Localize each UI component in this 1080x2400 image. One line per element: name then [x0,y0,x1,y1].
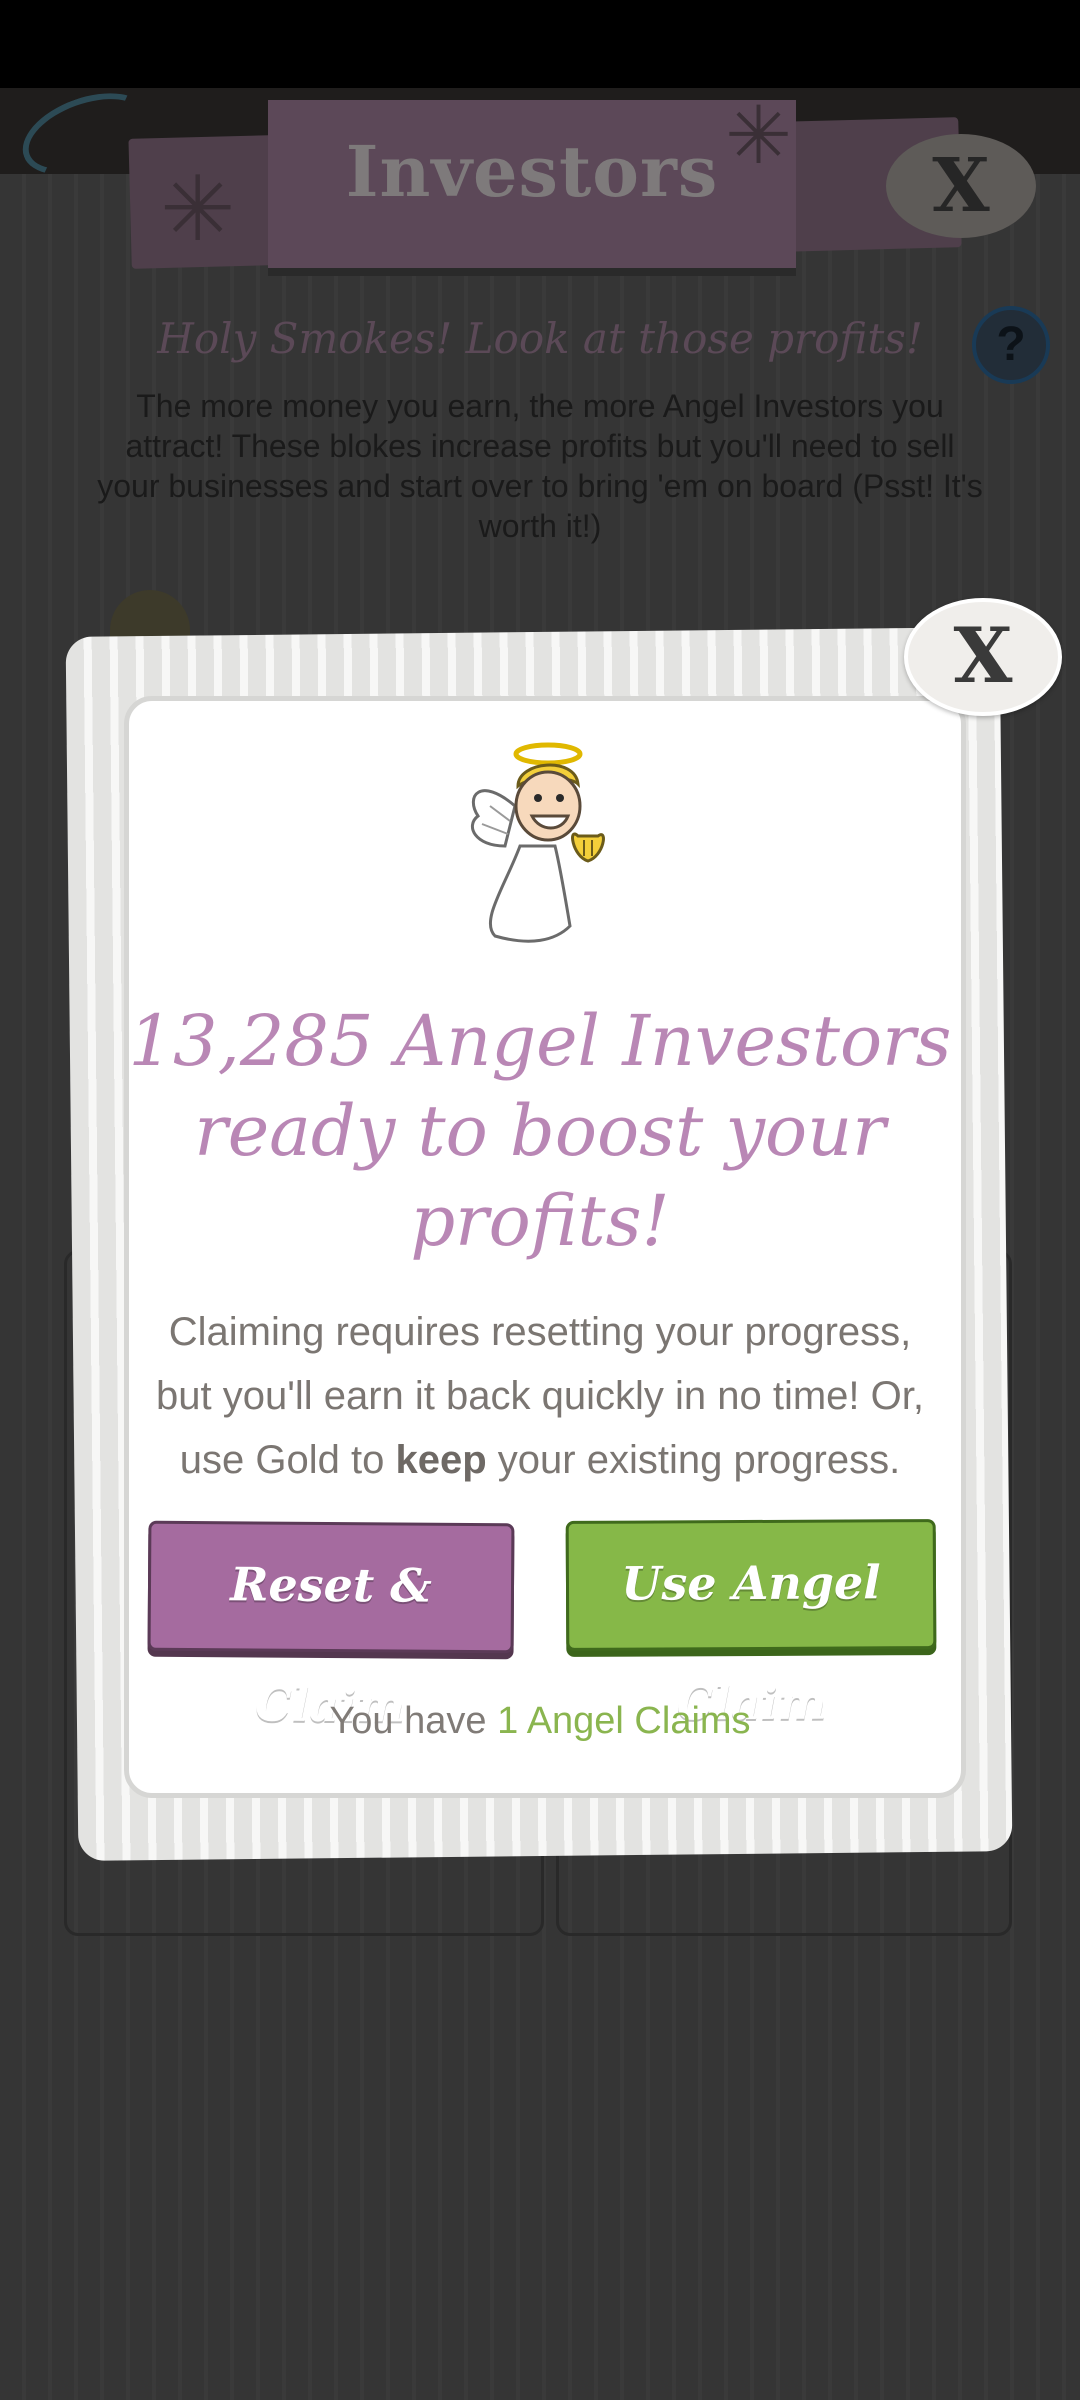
angel-icon [471,742,605,943]
use-angel-claim-button[interactable]: Use Angel Claim [565,1519,937,1730]
status-bar [0,0,1080,88]
page-title: Investors [345,130,719,213]
reset-and-claim-button[interactable]: Reset & Claim [147,1520,515,1733]
body-text-end: your existing progress. [497,1438,901,1482]
close-icon[interactable]: X [904,598,1062,716]
body-text-emphasis: keep [395,1438,487,1482]
angel-claims-count: You have 1 Angel Claims [124,1700,956,1743]
help-icon[interactable]: ? [972,306,1050,384]
modal-body-text: Claiming requires resetting your progres… [140,1300,940,1492]
star-decoration-icon: ✳ [160,160,236,260]
claims-value: 1 Angel Claims [497,1700,751,1742]
claims-prefix: You have [329,1700,487,1742]
close-icon[interactable]: X [886,134,1036,238]
page-description: The more money you earn, the more Angel … [97,388,983,544]
modal-headline: 13,285 Angel Investors ready to boost yo… [128,1000,952,1262]
page-subtitle: Holy Smokes! Look at those profits! [157,314,923,363]
